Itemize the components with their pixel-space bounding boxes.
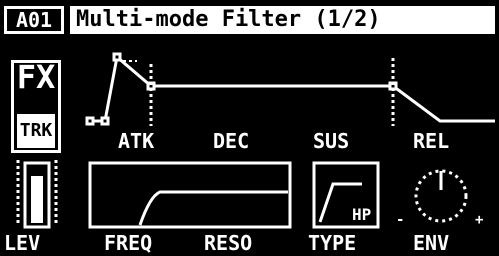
device-screen: A01 Multi-mode Filter (1/2) FX TRK ATK D… [0,0,499,256]
level-meter[interactable] [16,160,58,229]
sustain-label: SUS [313,129,350,153]
env-minus-label: - [396,212,405,228]
reso-label: RESO [204,231,253,255]
env-label: ENV [413,231,450,255]
env-depth-knob[interactable] [414,169,468,223]
decay-label: DEC [213,129,250,153]
type-label: TYPE [308,231,357,255]
filter-curve[interactable] [88,161,292,229]
parameter-graphics [16,52,495,229]
release-label: REL [413,129,450,153]
env-plus-label: + [475,212,484,228]
filter-type-value: HP [352,205,372,224]
envelope-graph[interactable] [85,52,495,126]
freq-label: FREQ [104,231,153,255]
level-label: LEV [4,231,41,255]
attack-label: ATK [118,129,155,153]
